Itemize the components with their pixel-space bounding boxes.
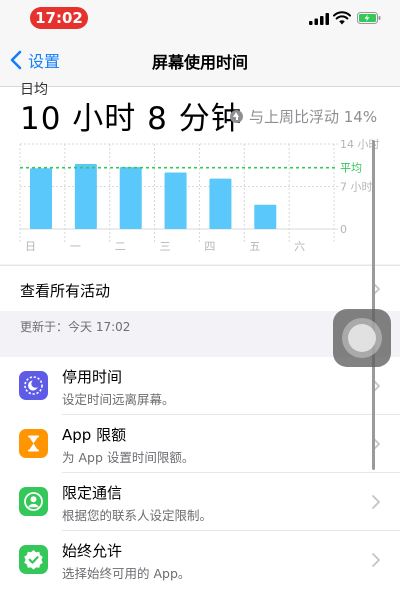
chart-bar-二 <box>119 167 142 229</box>
item-subtitle: 为 App 设置时间限额。 <box>62 450 195 465</box>
chart-x-tick-label: 一 <box>70 240 81 253</box>
status-time[interactable]: 17:02 <box>30 7 88 29</box>
chart-x-tick-label: 四 <box>204 240 215 253</box>
week-comparison: 与上周比浮动 14% <box>230 106 377 127</box>
screen-time-options-list: 停用时间 设定时间远离屏幕。 App 限额 为 App 设置时间限额。 限定通信… <box>0 357 400 596</box>
chart-bar-五 <box>254 204 277 229</box>
chart-bar-四 <box>209 178 232 229</box>
list-item-downtime[interactable]: 停用时间 设定时间远离屏幕。 <box>0 357 400 415</box>
cellular-signal-icon <box>309 13 329 25</box>
status-bar: 17:02 <box>0 0 400 34</box>
week-comparison-text: 与上周比浮动 14% <box>249 108 378 126</box>
item-subtitle: 根据您的联系人设定限制。 <box>62 508 213 523</box>
downtime-icon <box>19 371 48 400</box>
see-all-activity-row[interactable]: 查看所有活动 <box>0 265 400 311</box>
chart-y-tick-label: 0 <box>340 223 347 236</box>
list-item-communication-limits[interactable]: 限定通信 根据您的联系人设定限制。 <box>0 473 400 531</box>
usage-bar-chart[interactable]: 14 小时7 小时0平均日一二三四五六 <box>0 132 400 257</box>
navigation-bar: 设置 屏幕使用时间 <box>0 34 400 87</box>
see-all-activity-label: 查看所有活动 <box>20 282 111 300</box>
updated-timestamp: 更新于：今天 17:02 <box>20 320 131 334</box>
chart-x-tick-label: 日 <box>25 240 36 253</box>
chart-bar-三 <box>164 172 187 229</box>
chevron-right-icon <box>372 495 380 509</box>
page-title: 屏幕使用时间 <box>151 53 248 72</box>
item-title: 始终允许 <box>62 542 123 560</box>
usage-summary-card: 日均 10 小时 8 分钟 与上周比浮动 14% 14 小时 7 小时 0 平均日一二… <box>0 82 400 264</box>
hourglass-icon <box>19 429 48 458</box>
assistive-touch-button[interactable] <box>333 309 391 367</box>
chart-x-tick-label: 二 <box>115 240 126 253</box>
list-item-always-allowed[interactable]: 始终允许 选择始终可用的 App。 <box>0 531 400 589</box>
battery-charging-icon <box>357 12 381 24</box>
wifi-icon <box>333 11 351 25</box>
item-title: 停用时间 <box>62 368 123 386</box>
assistive-touch-core <box>348 324 376 352</box>
chart-bar-一 <box>74 164 97 229</box>
chart-x-tick-label: 五 <box>249 240 260 253</box>
checkmark-badge-icon <box>19 545 48 574</box>
chart-y-tick-label: 7 小时 <box>340 181 373 194</box>
arrow-up-circle-icon <box>230 110 243 123</box>
chart-average-label: 平均 <box>340 162 362 175</box>
contact-icon <box>19 487 48 516</box>
item-subtitle: 选择始终可用的 App。 <box>62 566 191 581</box>
scrollbar[interactable] <box>372 140 375 470</box>
item-title: App 限额 <box>62 426 127 444</box>
item-title: 限定通信 <box>62 484 123 502</box>
chart-x-tick-label: 三 <box>160 240 171 253</box>
chevron-right-icon <box>372 553 380 567</box>
chart-x-tick-label: 六 <box>294 240 305 253</box>
item-subtitle: 设定时间远离屏幕。 <box>62 392 175 407</box>
chart-bar-日 <box>30 168 52 229</box>
list-item-app-limits[interactable]: App 限额 为 App 设置时间限额。 <box>0 415 400 473</box>
